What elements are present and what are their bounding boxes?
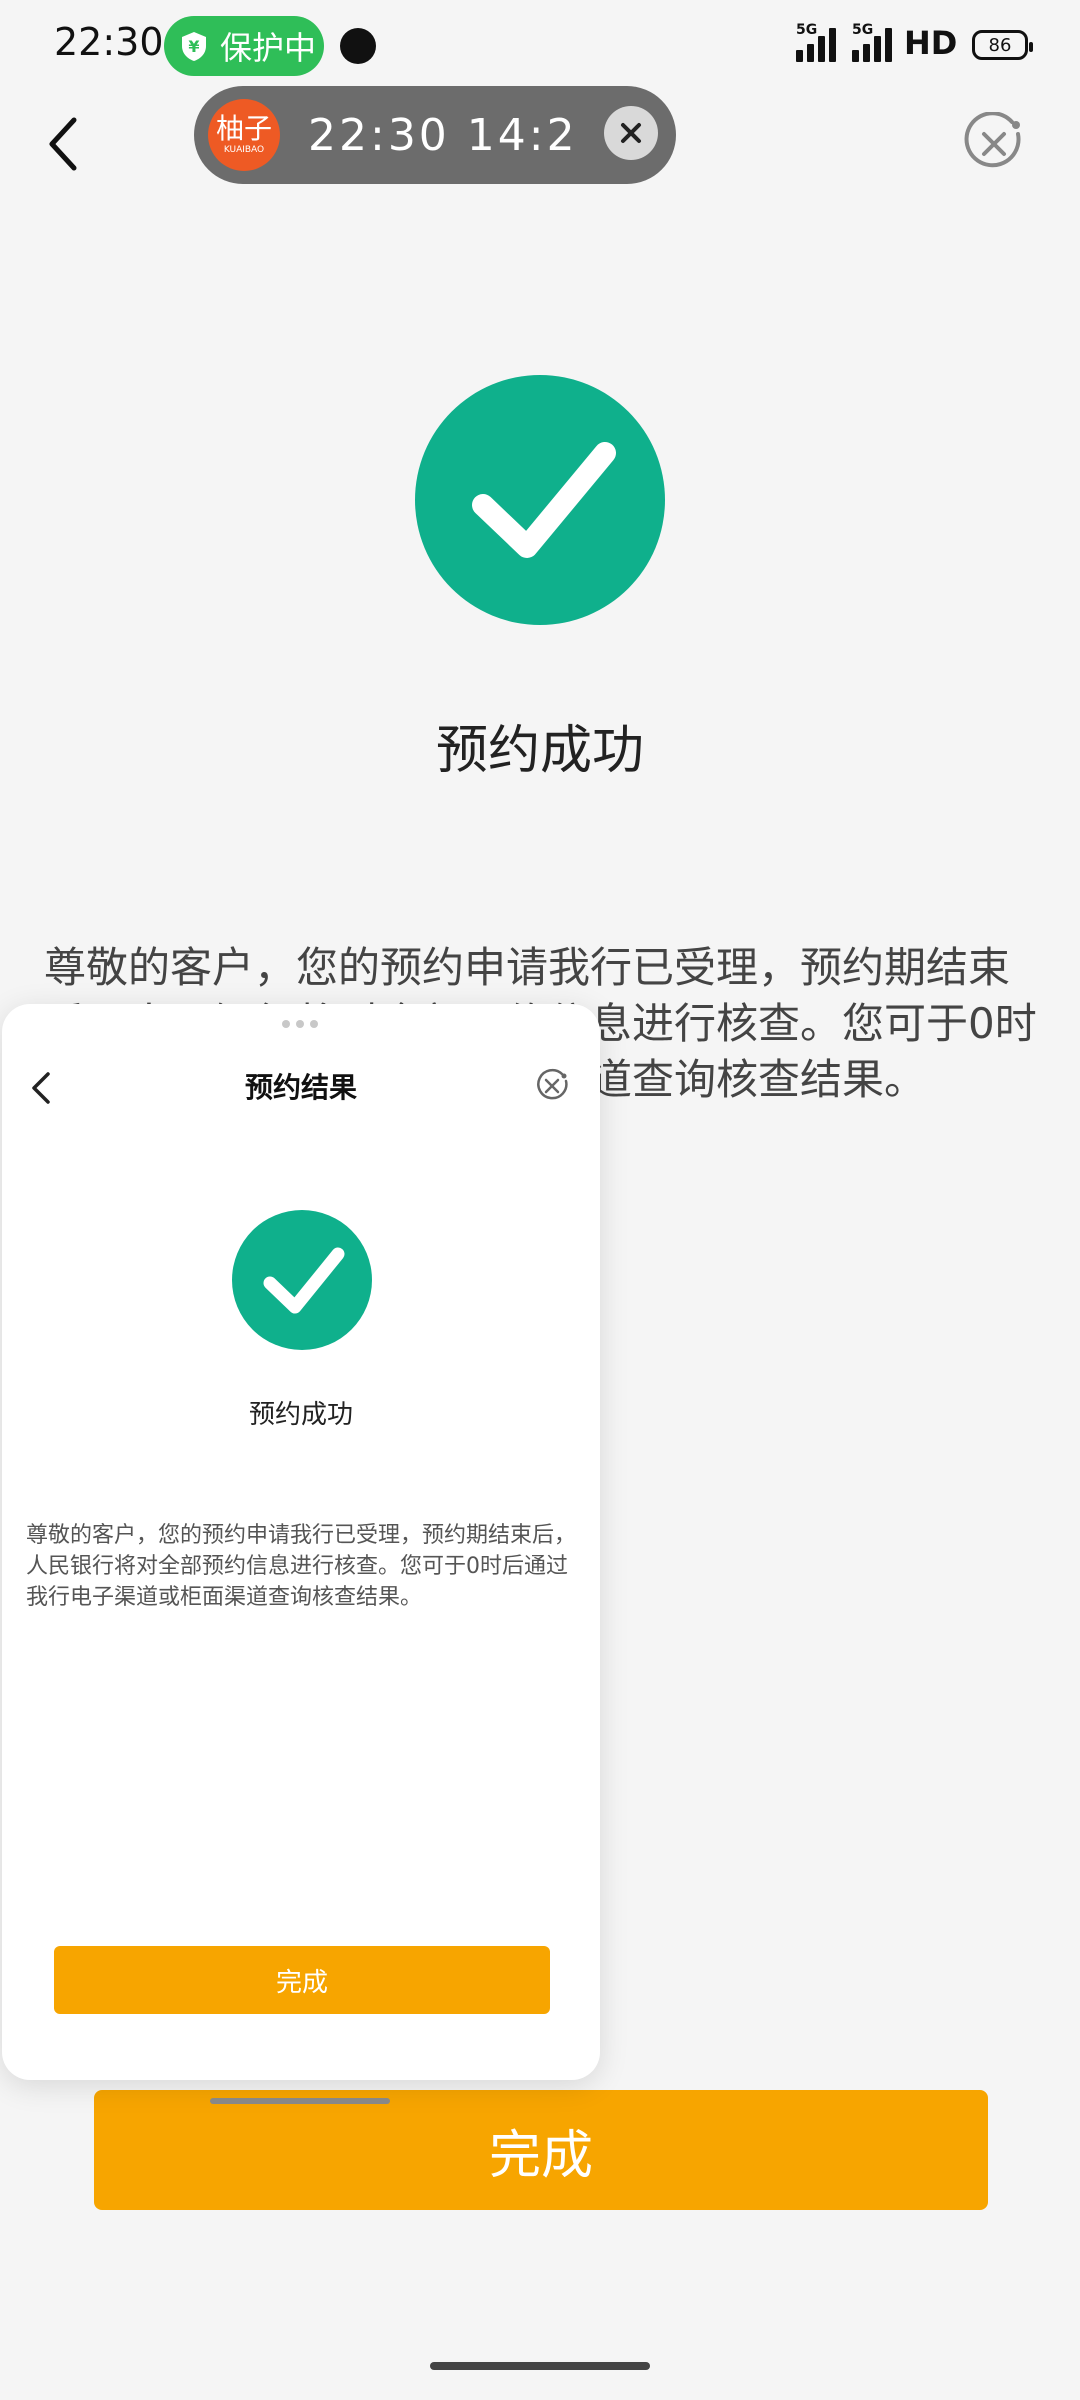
protection-label: 保护中: [220, 29, 317, 67]
screen-recorder-pill[interactable]: 柚子 KUAIBAO 22:30 14:2: [194, 86, 676, 184]
hd-indicator: HD: [904, 24, 958, 62]
overlay-success-title: 预约成功: [248, 1400, 353, 1430]
floating-window[interactable]: 预约结果 预约成功 尊敬的客户，您的预约申请我行已受理，预约期结束后，人民银行将…: [2, 1004, 600, 2080]
back-icon[interactable]: [40, 112, 92, 176]
protection-badge[interactable]: ¥ 保护中: [164, 16, 324, 76]
home-indicator[interactable]: [430, 2362, 650, 2370]
recorder-logo: 柚子 KUAIBAO: [208, 99, 280, 171]
shield-icon: ¥: [178, 29, 210, 63]
signal-icon-1: 5G: [796, 22, 836, 62]
overlay-success-check-icon: [232, 1210, 372, 1350]
done-button[interactable]: 完成: [94, 2090, 988, 2210]
recorder-time: 22:30 14:2: [308, 109, 578, 161]
success-title: 预约成功: [435, 721, 644, 781]
network-label-1: 5G: [796, 22, 818, 38]
window-drag-handle[interactable]: [282, 1020, 318, 1028]
recorder-logo-sub: KUAIBAO: [223, 145, 265, 155]
camera-dot: [340, 28, 376, 64]
recorder-close-icon[interactable]: [604, 106, 658, 160]
network-label-2: 5G: [852, 22, 874, 38]
status-time: 22:30: [54, 20, 164, 64]
overlay-description: 尊敬的客户，您的预约申请我行已受理，预约期结束后，人民银行将对全部预约信息进行核…: [26, 1523, 577, 1610]
signal-icon-2: 5G: [852, 22, 892, 62]
recorder-logo-text: 柚子: [215, 112, 272, 145]
svg-text:¥: ¥: [188, 37, 199, 56]
close-icon[interactable]: [962, 111, 1026, 176]
overlay-title: 预约结果: [244, 1071, 357, 1104]
battery-level: 86: [988, 34, 1012, 56]
success-check-icon: [415, 375, 665, 625]
overlay-close-icon[interactable]: [534, 1068, 570, 1104]
overlay-done-button[interactable]: 完成: [54, 1946, 550, 2014]
battery-icon: 86: [972, 30, 1033, 60]
overlay-resize-handle[interactable]: [210, 2098, 390, 2104]
